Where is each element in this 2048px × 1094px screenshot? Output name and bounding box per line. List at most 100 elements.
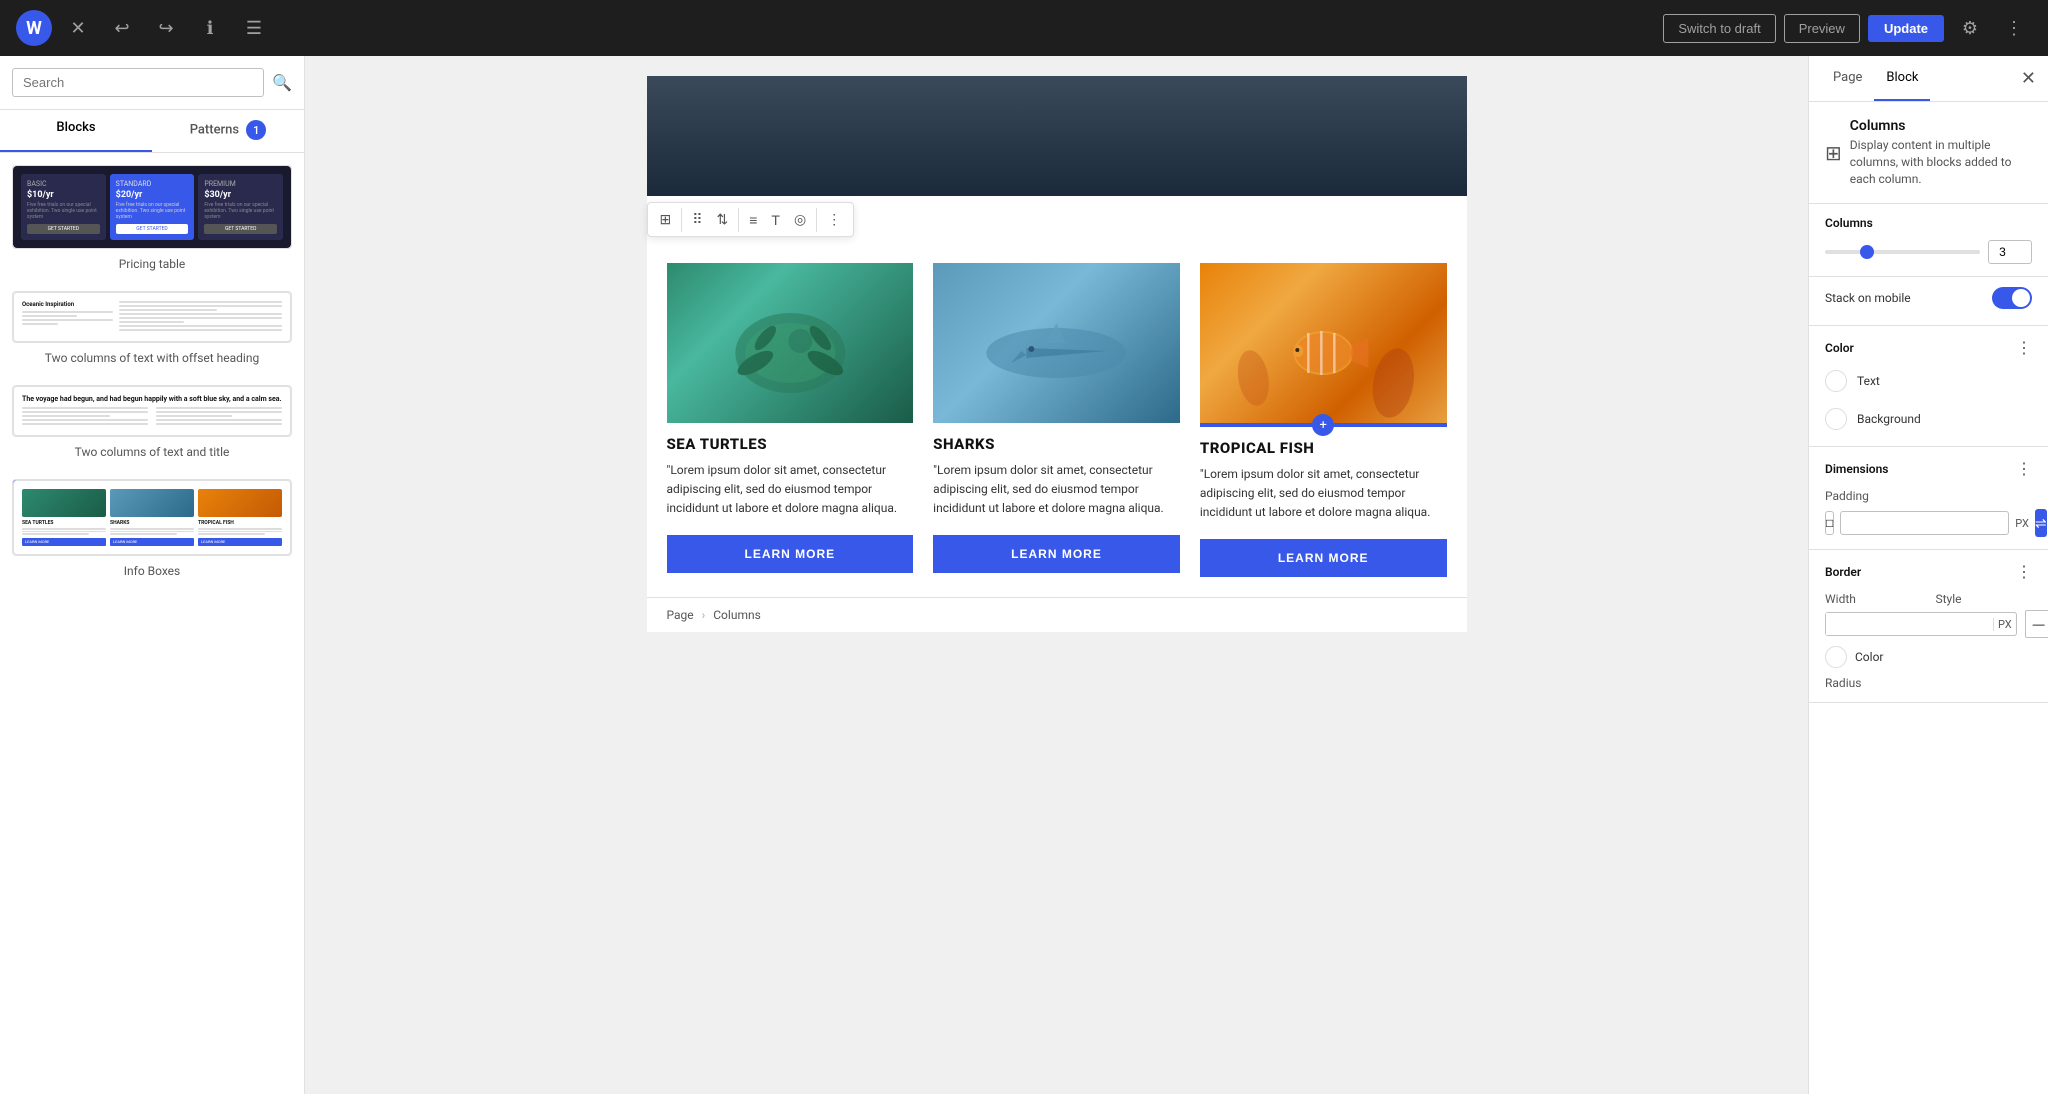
selection-handle[interactable]: +: [1312, 414, 1334, 436]
info-box-fish: TROPICAL FISH LEARN MORE: [198, 489, 282, 546]
stack-mobile-toggle[interactable]: [1992, 287, 2032, 309]
tropical-fish-title: TROPICAL FISH: [1200, 439, 1447, 457]
border-color-label: Color: [1855, 650, 1883, 664]
text-color-circle: [1825, 370, 1847, 392]
tab-patterns[interactable]: Patterns 1: [152, 110, 304, 152]
stack-mobile-label: Stack on mobile: [1825, 291, 1911, 305]
border-section: Border ⋮ Width Style PX — - - ···: [1809, 550, 2048, 703]
close-button[interactable]: ✕: [60, 10, 96, 46]
color-section-more[interactable]: ⋮: [2016, 338, 2032, 358]
columns-slider[interactable]: [1825, 250, 1980, 254]
info-boxes-label: Info Boxes: [12, 564, 292, 578]
redo-button[interactable]: ↪: [148, 10, 184, 46]
pattern-pricing-table[interactable]: BASIC $10/yr Five free trials on our spe…: [12, 165, 292, 271]
padding-box-icon: □: [1825, 511, 1834, 535]
editor-canvas: ⊞ ⠿ ⇅ ≡ T ◎ ⋮: [647, 76, 1467, 597]
topbar-left: W ✕ ↩ ↪ ℹ ☰: [16, 10, 272, 46]
two-col-title-thumb: The voyage had begun, and had begun happ…: [12, 385, 292, 437]
tab-block[interactable]: Block: [1874, 56, 1930, 101]
info-box-turtle: SEA TURTLES LEARN MORE: [22, 489, 106, 546]
breadcrumb-page[interactable]: Page: [667, 608, 694, 622]
hero-image: [647, 76, 1467, 196]
color-text-row[interactable]: Text: [1825, 366, 2032, 396]
sidebar-right: Page Block ✕ ⊞ Columns Display content i…: [1808, 56, 2048, 1094]
pattern-two-col-offset[interactable]: Oceanic Inspiration: [12, 291, 292, 365]
border-row: PX — - - ···: [1825, 610, 2032, 638]
sharks-body: "Lorem ipsum dolor sit amet, consectetur…: [933, 461, 1180, 519]
toggle-thumb: [2012, 289, 2030, 307]
update-button[interactable]: Update: [1868, 15, 1944, 42]
tropical-fish-image: [1200, 263, 1447, 423]
sidebar-content: BASIC $10/yr Five free trials on our spe…: [0, 153, 304, 1094]
color-background-row[interactable]: Background: [1825, 404, 2032, 434]
pricing-table-thumb: BASIC $10/yr Five free trials on our spe…: [12, 165, 292, 249]
settings-button[interactable]: ⚙: [1952, 10, 1988, 46]
patterns-badge: 1: [246, 120, 266, 140]
border-solid-button[interactable]: —: [2025, 610, 2048, 638]
selection-indicator: +: [1200, 423, 1447, 427]
search-input[interactable]: [12, 68, 264, 97]
text-color-label: Text: [1857, 374, 1880, 388]
block-type-description: Display content in multiple columns, wit…: [1850, 137, 2032, 187]
main-layout: 🔍 Blocks Patterns 1 BASIC $10/yr Five: [0, 56, 2048, 1094]
dimensions-more[interactable]: ⋮: [2016, 459, 2032, 479]
preview-button[interactable]: Preview: [1784, 14, 1860, 43]
border-style-label: Style: [1928, 592, 2033, 606]
wp-logo[interactable]: W: [16, 10, 52, 46]
columns-block-icon: ⊞: [1825, 141, 1842, 165]
tab-page[interactable]: Page: [1821, 56, 1874, 101]
move-up-down-button[interactable]: ⇅: [711, 207, 735, 232]
block-toolbar: ⊞ ⠿ ⇅ ≡ T ◎ ⋮: [647, 202, 855, 237]
breadcrumb-separator: ›: [702, 608, 706, 622]
dimensions-section: Dimensions ⋮ Padding □ PX ⇌: [1809, 447, 2048, 550]
sea-turtles-title: SEA TURTLES: [667, 435, 914, 453]
undo-button[interactable]: ↩: [104, 10, 140, 46]
topbar: W ✕ ↩ ↪ ℹ ☰ Switch to draft Preview Upda…: [0, 0, 2048, 56]
list-view-button[interactable]: ☰: [236, 10, 272, 46]
align-button[interactable]: ≡: [743, 208, 763, 232]
column-sharks: SHARKS "Lorem ipsum dolor sit amet, cons…: [933, 263, 1180, 577]
info-button[interactable]: ℹ: [192, 10, 228, 46]
columns-block: SEA TURTLES "Lorem ipsum dolor sit amet,…: [647, 243, 1467, 597]
text-format-button[interactable]: T: [765, 208, 786, 232]
editor-area: ⊞ ⠿ ⇅ ≡ T ◎ ⋮: [305, 56, 1808, 1094]
border-width-input[interactable]: [1826, 613, 1993, 635]
tab-blocks[interactable]: Blocks: [0, 110, 152, 152]
column-tropical-fish: + TROPICAL FISH "Lorem ipsum dolor sit a…: [1200, 263, 1447, 577]
border-color-row[interactable]: Color: [1825, 646, 2032, 668]
columns-number-input[interactable]: [1988, 240, 2032, 264]
border-title: Border: [1825, 565, 1861, 579]
columns-control: Columns: [1809, 204, 2048, 277]
padding-input[interactable]: [1840, 511, 2009, 535]
border-unit-label: PX: [1993, 618, 2016, 631]
padding-unit-label: PX: [2015, 517, 2029, 530]
switch-draft-button[interactable]: Switch to draft: [1663, 14, 1775, 43]
border-width-label: Width: [1825, 592, 1922, 606]
sea-turtles-learn-more[interactable]: LEARN MORE: [667, 535, 914, 573]
more-options-toolbar-button[interactable]: ⋮: [821, 207, 847, 232]
border-more[interactable]: ⋮: [2016, 562, 2032, 582]
padding-control: □ PX ⇌: [1825, 509, 2032, 537]
sidebar-tabs: Blocks Patterns 1: [0, 110, 304, 153]
border-color-circle: [1825, 646, 1847, 668]
padding-link-button[interactable]: ⇌: [2035, 509, 2047, 537]
right-sidebar-close[interactable]: ✕: [2021, 68, 2036, 89]
breadcrumb-columns[interactable]: Columns: [713, 608, 761, 622]
sharks-image: [933, 263, 1180, 423]
two-col-title-label: Two columns of text and title: [12, 445, 292, 459]
tropical-fish-learn-more[interactable]: LEARN MORE: [1200, 539, 1447, 577]
topbar-right: Switch to draft Preview Update ⚙ ⋮: [1663, 10, 2032, 46]
pattern-two-col-title[interactable]: The voyage had begun, and had begun happ…: [12, 385, 292, 459]
color-section-title: Color: [1825, 341, 1854, 355]
block-type-title: Columns: [1850, 118, 2032, 134]
more-options-button[interactable]: ⋮: [1996, 10, 2032, 46]
pricing-card-basic: BASIC $10/yr Five free trials on our spe…: [21, 174, 106, 240]
media-button[interactable]: ◎: [788, 207, 812, 232]
drag-handle-button[interactable]: ⠿: [686, 207, 708, 232]
sharks-learn-more[interactable]: LEARN MORE: [933, 535, 1180, 573]
pricing-preview: BASIC $10/yr Five free trials on our spe…: [13, 166, 291, 248]
search-icon: 🔍: [272, 73, 292, 92]
columns-layout-button[interactable]: ⊞: [654, 207, 678, 232]
border-radius-label: Radius: [1825, 676, 2032, 690]
pattern-info-boxes[interactable]: 2 SEA TURTLES LEARN MORE SHARKS: [12, 479, 292, 578]
